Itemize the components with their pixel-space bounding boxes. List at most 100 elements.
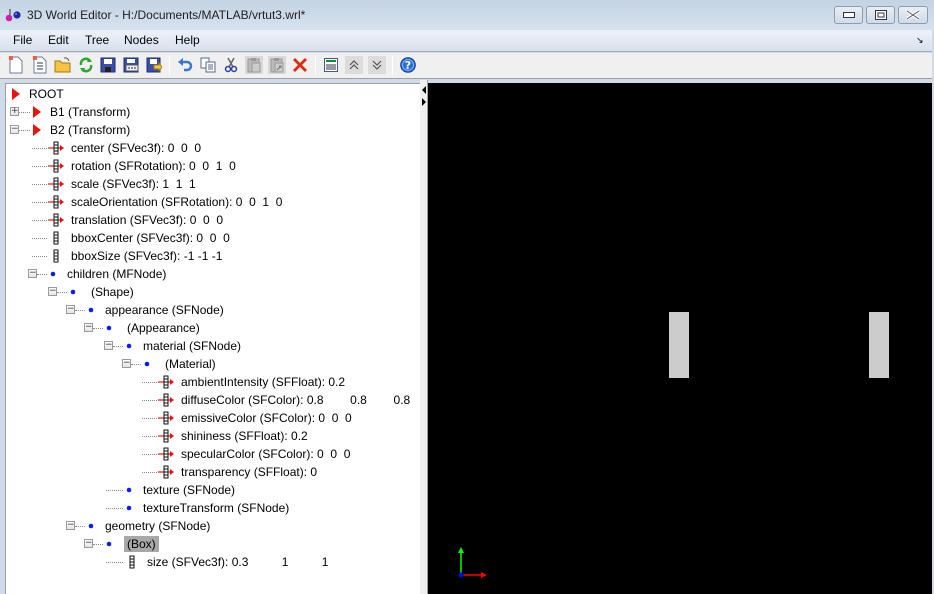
tree-node[interactable]: B1 (Transform) [31,103,133,121]
tree-node[interactable]: (Material) [142,355,219,373]
tree-node[interactable]: bboxCenter (SFVec3f): 0 0 0 [48,229,233,247]
tree-node[interactable]: (Box) [104,535,159,553]
tree-node-label[interactable]: diffuseColor (SFColor): 0.8 0.8 0.8 [178,392,413,408]
move-up-button[interactable] [345,56,363,74]
tree-node[interactable]: center (SFVec3f): 0 0 0 [48,139,204,157]
menu-help[interactable]: Help [173,33,202,47]
tree-node[interactable]: textureTransform (SFNode) [124,499,292,517]
tree-node[interactable]: appearance (SFNode) [86,301,227,319]
tree-node-label[interactable]: B1 (Transform) [47,104,133,120]
tree-node[interactable]: rotation (SFRotation): 0 0 1 0 [48,157,239,175]
paste-special-button[interactable] [268,56,286,74]
scene-tree[interactable]: ROOT + B1 (Transform) − B2 (Transform) center… [5,83,420,594]
collapse-toggle-icon[interactable]: − [48,287,57,296]
delete-button[interactable] [291,56,309,74]
expand-toggle-icon[interactable]: + [10,107,19,116]
tree-node-label[interactable]: ambientIntensity (SFFloat): 0.2 [178,374,348,390]
tree-node-label[interactable]: (Material) [162,356,219,372]
collapse-toggle-icon[interactable]: − [66,521,75,530]
tree-node-label[interactable]: material (SFNode) [140,338,244,354]
panel-splitter[interactable] [420,80,428,594]
tree-node[interactable]: scale (SFVec3f): 1 1 1 [48,175,199,193]
box-object[interactable] [669,312,689,378]
tree-node-label[interactable]: geometry (SFNode) [102,518,213,534]
collapse-toggle-icon[interactable]: − [66,305,75,314]
tree-node[interactable]: diffuseColor (SFColor): 0.8 0.8 0.8 [158,391,413,409]
open-button[interactable] [54,56,72,74]
tree-node-label[interactable]: texture (SFNode) [140,482,238,498]
paste-button[interactable] [245,56,263,74]
tree-node[interactable]: shininess (SFFloat): 0.2 [158,427,311,445]
tree-node[interactable]: material (SFNode) [124,337,244,355]
collapse-left-arrow-icon[interactable] [422,86,426,94]
tree-node[interactable]: scaleOrientation (SFRotation): 0 0 1 0 [48,193,285,211]
tree-node-label[interactable]: children (MFNode) [64,266,169,282]
menu-nodes[interactable]: Nodes [122,33,161,47]
tree-node[interactable]: ambientIntensity (SFFloat): 0.2 [158,373,348,391]
tree-node[interactable]: ROOT [10,85,67,103]
tree-node-label[interactable]: specularColor (SFColor): 0 0 0 [178,446,353,462]
tree-node-label[interactable]: textureTransform (SFNode) [140,500,292,516]
new-from-template-button[interactable] [31,56,49,74]
tree-node-label[interactable]: B2 (Transform) [47,122,133,138]
collapse-toggle-icon[interactable]: − [122,359,131,368]
cut-button[interactable] [222,56,240,74]
maximize-button[interactable] [866,6,895,24]
tree-node[interactable]: children (MFNode) [48,265,169,283]
save-as-icon [123,57,139,73]
edit-field-button[interactable] [322,56,340,74]
reload-icon [79,57,93,73]
tree-node[interactable]: specularColor (SFColor): 0 0 0 [158,445,353,463]
tree-node[interactable]: size (SFVec3f): 0.3 1 1 [124,553,331,571]
tree-node-label[interactable]: translation (SFVec3f): 0 0 0 [68,212,226,228]
menu-tree[interactable]: Tree [83,33,111,47]
tree-connector-line [142,418,157,419]
collapse-toggle-icon[interactable]: − [104,341,113,350]
tree-node-label[interactable]: scale (SFVec3f): 1 1 1 [68,176,199,192]
3d-viewport[interactable] [428,83,932,594]
restore-arrow-icon[interactable]: ↘ [916,35,924,46]
tree-node[interactable]: bboxSize (SFVec3f): -1 -1 -1 [48,247,225,265]
tree-node-label[interactable]: rotation (SFRotation): 0 0 1 0 [68,158,239,174]
tree-node-label[interactable]: bboxSize (SFVec3f): -1 -1 -1 [68,248,225,264]
tree-node[interactable]: (Shape) [68,283,137,301]
tree-node-label[interactable]: shininess (SFFloat): 0.2 [178,428,311,444]
minimize-button[interactable] [834,6,863,24]
new-button[interactable] [7,56,25,74]
menu-file[interactable]: File [11,33,34,47]
box-object[interactable] [869,312,889,378]
tree-node-label[interactable]: ROOT [26,86,67,102]
tree-node-label[interactable]: (Appearance) [124,320,203,336]
menu-edit[interactable]: Edit [46,33,71,47]
tree-node[interactable]: transparency (SFFloat): 0 [158,463,320,481]
tree-node[interactable]: emissiveColor (SFColor): 0 0 0 [158,409,355,427]
collapse-toggle-icon[interactable]: − [28,269,37,278]
tree-node-label[interactable]: appearance (SFNode) [102,302,227,318]
tree-node-label[interactable]: scaleOrientation (SFRotation): 0 0 1 0 [68,194,285,210]
tree-node[interactable]: texture (SFNode) [124,481,238,499]
copy-button[interactable] [199,56,217,74]
save-as-button[interactable] [122,56,140,74]
export-button[interactable] [145,56,163,74]
tree-node-label[interactable]: (Box) [124,536,159,552]
tree-node[interactable]: translation (SFVec3f): 0 0 0 [48,211,226,229]
tree-node[interactable]: geometry (SFNode) [86,517,213,535]
collapse-toggle-icon[interactable]: − [84,323,93,332]
undo-button[interactable] [176,56,194,74]
collapse-toggle-icon[interactable]: − [10,125,19,134]
tree-node-label[interactable]: (Shape) [88,284,137,300]
tree-node-label[interactable]: center (SFVec3f): 0 0 0 [68,140,204,156]
move-down-button[interactable] [368,56,386,74]
reload-button[interactable] [77,56,95,74]
tree-node-label[interactable]: transparency (SFFloat): 0 [178,464,320,480]
tree-node[interactable]: (Appearance) [104,319,203,337]
close-button[interactable] [898,6,928,24]
tree-node-label[interactable]: size (SFVec3f): 0.3 1 1 [144,554,331,570]
help-button[interactable]: ? [399,56,417,74]
tree-node[interactable]: B2 (Transform) [31,121,133,139]
collapse-toggle-icon[interactable]: − [84,539,93,548]
collapse-right-arrow-icon[interactable] [422,98,426,106]
tree-node-label[interactable]: bboxCenter (SFVec3f): 0 0 0 [68,230,233,246]
tree-node-label[interactable]: emissiveColor (SFColor): 0 0 0 [178,410,355,426]
save-button[interactable] [99,56,117,74]
